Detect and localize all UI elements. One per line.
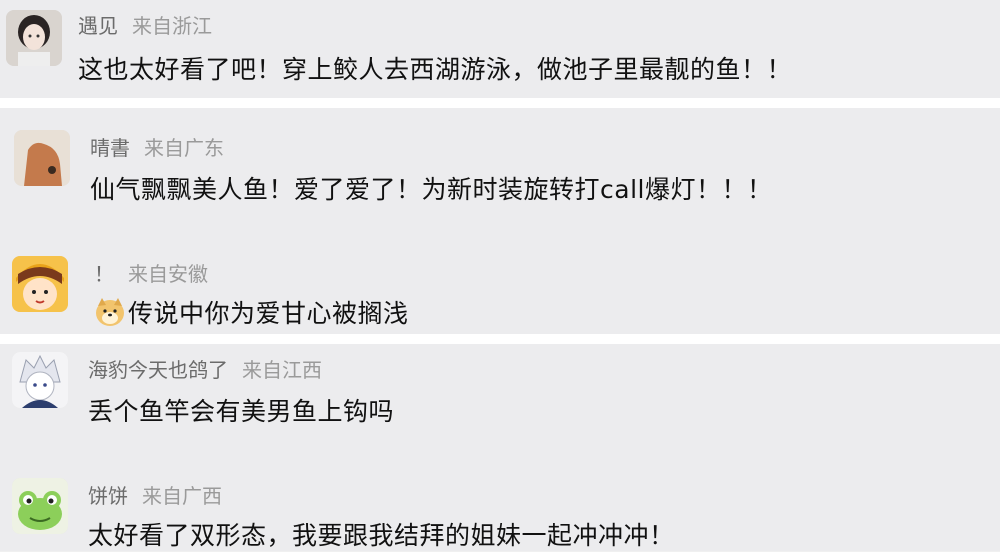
- comment-text: 太好看了双形态，我要跟我结拜的姐妹一起冲冲冲！: [88, 521, 675, 550]
- username[interactable]: 晴書: [90, 136, 130, 160]
- doge-emoji-icon: [94, 296, 126, 328]
- username[interactable]: 海豹今天也鸽了: [88, 358, 228, 382]
- comment-meta: 遇见 来自浙江: [78, 10, 212, 39]
- comment-text: 这也太好看了吧！穿上鲛人去西湖游泳，做池子里最靓的鱼！！: [78, 55, 793, 84]
- location-label: 来自广西: [142, 484, 222, 508]
- girl-portrait-avatar[interactable]: [6, 10, 62, 66]
- anime-boy-avatar[interactable]: [12, 352, 68, 408]
- comment-feed: 遇见 来自浙江 这也太好看了吧！穿上鲛人去西湖游泳，做池子里最靓的鱼！！ 晴書 来自…: [0, 0, 1000, 551]
- location-label: 来自安徽: [128, 262, 208, 286]
- comment-meta: 饼饼 来自广西: [88, 480, 222, 509]
- comment-text: 传说中你为爱甘心被搁浅: [128, 299, 409, 328]
- comment-text: 仙气飘飘美人鱼！爱了爱了！为新时装旋转打call爆灯！！！: [90, 175, 773, 204]
- location-label: 来自浙江: [132, 14, 212, 38]
- username[interactable]: ！: [94, 262, 114, 286]
- username[interactable]: 饼饼: [88, 484, 128, 508]
- comment-meta: 海豹今天也鸽了 来自江西: [88, 354, 322, 383]
- green-frog-avatar[interactable]: [12, 478, 68, 534]
- cat-ear-avatar[interactable]: [14, 130, 70, 186]
- comment-item: 晴書 来自广东 仙气飘飘美人鱼！爱了爱了！为新时装旋转打call爆灯！！！ ！ 来自…: [0, 108, 1000, 334]
- cartoon-girl-avatar[interactable]: [12, 256, 68, 312]
- comment-text-row: 传说中你为爱甘心被搁浅: [94, 294, 409, 330]
- comment-meta: ！ 来自安徽: [94, 258, 208, 287]
- comment-item: 遇见 来自浙江 这也太好看了吧！穿上鲛人去西湖游泳，做池子里最靓的鱼！！: [0, 0, 1000, 98]
- location-label: 来自江西: [242, 358, 322, 382]
- comment-text: 丢个鱼竿会有美男鱼上钩吗: [88, 397, 395, 426]
- comment-item: 海豹今天也鸽了 来自江西 丢个鱼竿会有美男鱼上钩吗 饼饼 来自广西 太好看了双形态，…: [0, 344, 1000, 551]
- divider: [0, 98, 1000, 108]
- username[interactable]: 遇见: [78, 14, 118, 38]
- location-label: 来自广东: [144, 136, 224, 160]
- divider: [0, 334, 1000, 344]
- comment-meta: 晴書 来自广东: [90, 132, 224, 161]
